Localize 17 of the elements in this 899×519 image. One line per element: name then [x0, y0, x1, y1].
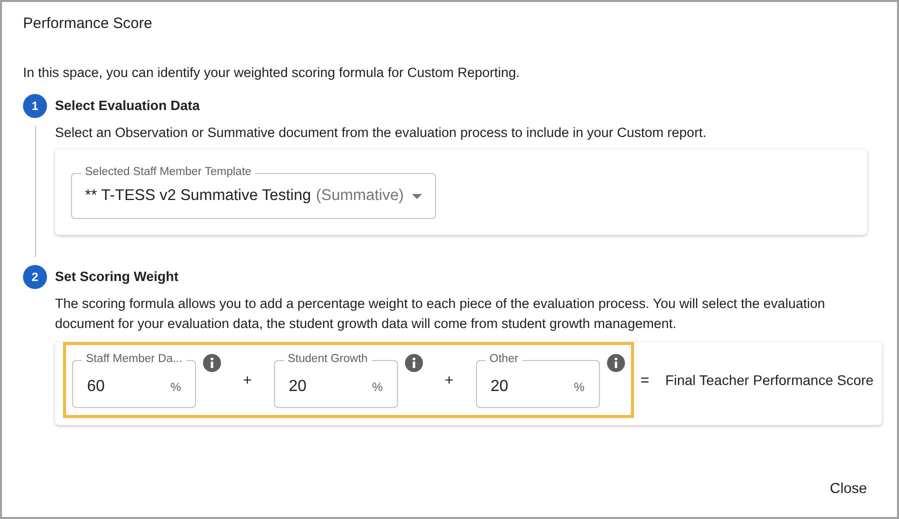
step-description: The scoring formula allows you to add a percentage weight to each piece of the evaluation process. You will select the evaluation document for your evaluation data, the student growth data will come from student growth management.: [55, 295, 826, 333]
plus-sign: +: [444, 372, 454, 388]
equals-sign: =: [640, 372, 650, 388]
step-badge: 2: [23, 265, 47, 289]
close-button[interactable]: Close: [822, 475, 867, 503]
info-icon[interactable]: [606, 354, 625, 372]
step-title: Set Scoring Weight: [55, 268, 179, 286]
step-badge: 1: [23, 94, 47, 118]
plus-sign: +: [243, 372, 252, 388]
step-description: Select an Observation or Summative document from the evaluation process to include in your Custom report.: [55, 124, 708, 142]
caret-icon: [412, 194, 422, 198]
intro-text: In this space, you can identify your weighted scoring formula for Custom Reporting.: [23, 64, 520, 82]
info-icon[interactable]: [404, 354, 423, 372]
dialog-title: Performance Score: [23, 14, 152, 34]
result-label: Final Teacher Performance Score: [665, 372, 874, 388]
step-title: Select Evaluation Data: [55, 97, 200, 115]
info-icon[interactable]: [203, 354, 221, 372]
